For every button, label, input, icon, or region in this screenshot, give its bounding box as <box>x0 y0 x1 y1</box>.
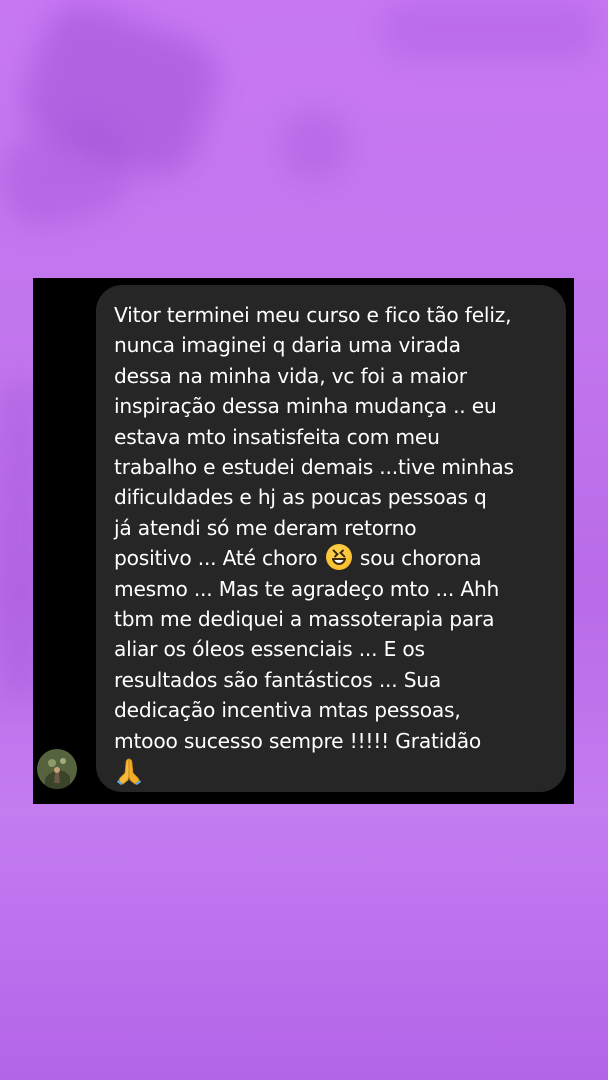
message-line-part: sou chorona <box>359 546 482 571</box>
message-line: Vitor terminei meu curso e fico tão feli… <box>114 303 512 327</box>
message-text: Vitor terminei meu curso e fico tão feli… <box>114 300 548 789</box>
message-line: já atendi só me deram retorno <box>114 515 417 540</box>
message-bubble[interactable]: Vitor terminei meu curso e fico tão feli… <box>96 285 566 792</box>
message-line: dificuldades e hj as poucas pessoas q <box>114 485 487 510</box>
background-blur-shape <box>380 0 600 60</box>
folded-hands-emoji-icon <box>117 758 141 786</box>
message-line-with-emoji: positivo ... Até choro sou chorona <box>114 543 548 573</box>
background-blur-shape <box>280 110 350 180</box>
message-line: tbm me dediquei a massoterapia para <box>114 607 495 632</box>
message-line: aliar os óleos essenciais ... E os <box>114 637 425 662</box>
message-line: estava mto insatisfeita com meu <box>114 424 440 449</box>
message-line: resultados são fantásticos ... Sua <box>114 667 442 692</box>
chat-screenshot-panel: Vitor terminei meu curso e fico tão feli… <box>33 278 574 804</box>
message-line: dessa na minha vida, vc foi a maior <box>114 363 467 388</box>
message-line-emoji <box>114 756 548 788</box>
message-line: trabalho e estudei demais ...tive minhas <box>114 455 514 480</box>
message-line: inspiração dessa minha mudança .. eu <box>114 394 497 419</box>
message-line: mtooo sucesso sempre !!!!! Gratidão <box>114 728 482 753</box>
message-line: dedicação incentiva mtas pessoas, <box>114 698 461 723</box>
avatar[interactable] <box>37 749 77 789</box>
message-line-part: positivo ... Até choro <box>114 546 318 571</box>
message-line: nunca imaginei q daria uma virada <box>114 333 461 358</box>
avatar-photo-icon <box>37 749 77 789</box>
message-line: mesmo ... Mas te agradeço mto ... Ahh <box>114 576 500 601</box>
grinning-squinting-face-emoji-icon <box>325 544 352 571</box>
